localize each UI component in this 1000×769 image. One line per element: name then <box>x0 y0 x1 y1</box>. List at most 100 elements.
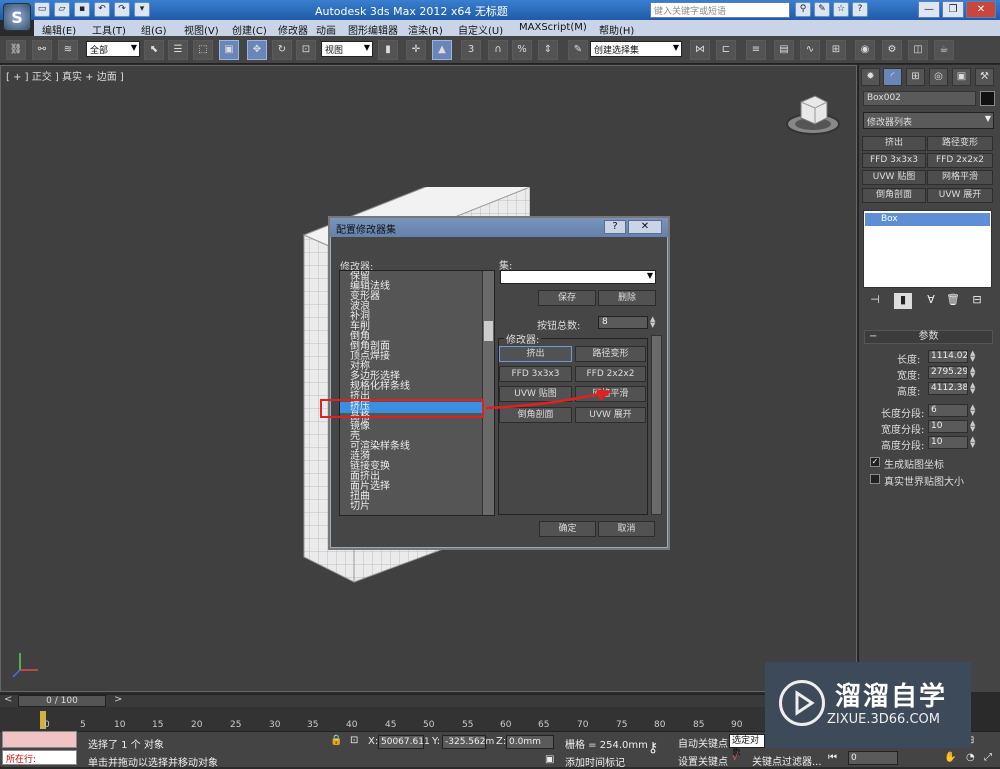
x-coord-field[interactable]: 50067.611 <box>378 735 430 749</box>
star-icon[interactable]: ☆ <box>833 2 849 17</box>
param-height-segs-spinner[interactable]: ▲ ▼ <box>970 436 978 449</box>
motion-tab-icon[interactable]: ◎ <box>929 68 948 86</box>
param-length-segs-field[interactable]: 6 <box>928 404 968 417</box>
object-name-field[interactable]: Box002 <box>863 91 976 106</box>
go-to-start-icon[interactable]: ⏮ <box>828 752 837 763</box>
select-scale-icon[interactable]: ⊡ <box>296 40 316 60</box>
menu-graph-editors[interactable]: 图形编辑器 <box>348 22 398 37</box>
keyboard-shortcut-override-icon[interactable]: ▲ <box>432 40 452 60</box>
create-tab-icon[interactable]: ✹ <box>861 68 880 86</box>
real-world-map-checkbox[interactable] <box>870 474 880 484</box>
stack-item-box[interactable]: Box <box>865 213 990 226</box>
save-set-button[interactable]: 保存 <box>538 290 596 306</box>
orbit-icon[interactable]: ◔ <box>966 752 975 763</box>
render-setup-icon[interactable]: ⚙ <box>882 40 902 60</box>
param-height-field[interactable]: 4112.38m <box>928 382 968 395</box>
snaps-toggle-icon[interactable]: 3 <box>461 40 481 60</box>
lock-selection-icon[interactable]: 🔒 <box>330 735 342 746</box>
param-width-field[interactable]: 2795.296 <box>928 366 968 379</box>
minimize-button[interactable]: — <box>918 1 940 18</box>
quick-mod-ffd222-button[interactable]: FFD 2x2x2 <box>927 153 993 168</box>
reference-coord-dropdown[interactable]: 视图 <box>321 41 373 57</box>
list-item[interactable]: 切片 <box>350 502 370 512</box>
set-buttons-scrollbar[interactable] <box>651 335 662 515</box>
open-file-icon[interactable]: ▱ <box>54 2 70 17</box>
param-width-spinner[interactable]: ▲ ▼ <box>970 366 978 379</box>
menu-rendering[interactable]: 渲染(R) <box>408 22 443 37</box>
curve-editor-icon[interactable]: ∿ <box>800 40 820 60</box>
rect-selection-icon[interactable]: ⬚ <box>193 40 213 60</box>
percent-snap-icon[interactable]: % <box>512 40 532 60</box>
schematic-view-icon[interactable]: ⊞ <box>826 40 846 60</box>
object-color-swatch[interactable] <box>980 91 995 106</box>
track-bar[interactable]: 0 5 10 15 20 25 30 35 40 45 50 55 60 65 … <box>0 707 857 731</box>
quick-mod-ffd333-button[interactable]: FFD 3x3x3 <box>862 153 926 168</box>
layer-manager-icon[interactable]: ≡ <box>746 40 766 60</box>
undo-icon[interactable]: ↶ <box>94 2 110 17</box>
menu-help[interactable]: 帮助(H) <box>599 22 634 37</box>
y-coord-field[interactable]: -325.562m <box>442 735 494 749</box>
param-width-segs-spinner[interactable]: ▲ ▼ <box>970 420 978 433</box>
modifier-stack[interactable]: Box <box>863 210 992 288</box>
maximize-button[interactable]: ❐ <box>942 1 964 18</box>
total-buttons-spinner[interactable]: ▲ ▼ <box>650 316 658 329</box>
ok-button[interactable]: 确定 <box>539 521 596 537</box>
menu-modifiers[interactable]: 修改器 <box>278 22 308 37</box>
configure-modifier-sets-icon[interactable]: ⊟ <box>968 293 986 309</box>
dialog-help-button[interactable]: ? <box>604 220 626 234</box>
align-icon[interactable]: ⊏ <box>716 40 736 60</box>
bind-space-warp-icon[interactable]: ≋ <box>58 40 78 60</box>
app-logo[interactable]: S <box>3 3 31 31</box>
quick-mod-meshsmooth-button[interactable]: 网格平滑 <box>927 170 993 185</box>
gen-mapping-checkbox[interactable]: ✓ <box>870 457 880 467</box>
modifier-list-dropdown[interactable]: 修改器列表 <box>863 112 994 129</box>
save-file-icon[interactable]: ▪ <box>74 2 90 17</box>
rendered-frame-icon[interactable]: ◫ <box>908 40 928 60</box>
next-frame-icon[interactable]: > <box>114 694 122 705</box>
quick-mod-bevelprofile-button[interactable]: 倒角剖面 <box>862 188 926 203</box>
menu-animation[interactable]: 动画 <box>316 22 336 37</box>
window-crossing-icon[interactable]: ▣ <box>219 40 239 60</box>
viewcube-icon[interactable] <box>785 92 841 136</box>
select-object-icon[interactable]: ⬉ <box>144 40 164 60</box>
quick-mod-extrude-button[interactable]: 挤出 <box>862 136 926 151</box>
make-unique-icon[interactable]: ∀ <box>922 293 940 309</box>
time-slider-thumb[interactable]: 0 / 100 <box>18 695 106 707</box>
show-end-result-icon[interactable]: ▮ <box>894 293 912 309</box>
menu-edit[interactable]: 编辑(E) <box>42 22 76 37</box>
key-filters-button[interactable]: 关键点过滤器... <box>752 753 822 768</box>
dialog-close-button[interactable]: ✕ <box>628 220 662 234</box>
select-rotate-icon[interactable]: ↻ <box>272 40 292 60</box>
sets-dropdown[interactable] <box>500 270 656 284</box>
redo-icon[interactable]: ↷ <box>114 2 130 17</box>
unlink-icon[interactable]: ⚯ <box>32 40 52 60</box>
param-height-spinner[interactable]: ▲ ▼ <box>970 382 978 395</box>
display-tab-icon[interactable]: ▣ <box>952 68 971 86</box>
set-key-icon[interactable]: √ <box>732 752 738 763</box>
scroll-thumb[interactable] <box>484 321 493 341</box>
delete-set-button[interactable]: 删除 <box>598 290 656 306</box>
named-selection-dropdown[interactable]: 创建选择集 <box>590 41 682 57</box>
maximize-viewport-icon[interactable]: ⤢ <box>984 752 992 763</box>
parameters-rollout-header[interactable]: − 参数 <box>864 330 993 344</box>
total-buttons-field[interactable]: 8 <box>598 316 648 329</box>
set-button-extrude[interactable]: 挤出 <box>499 346 572 362</box>
menu-views[interactable]: 视图(V) <box>184 22 219 37</box>
pan-icon[interactable]: ✋ <box>944 752 956 763</box>
menu-maxscript[interactable]: MAXScript(M) <box>519 22 587 33</box>
new-file-icon[interactable]: ▭ <box>34 2 50 17</box>
set-button-pathdeform[interactable]: 路径变形 <box>575 346 646 362</box>
param-length-spinner[interactable]: ▲ ▼ <box>970 350 978 363</box>
set-button-ffd222[interactable]: FFD 2x2x2 <box>575 366 646 382</box>
close-button[interactable]: ✕ <box>966 1 996 18</box>
prev-frame-icon[interactable]: < <box>4 694 12 705</box>
pivot-center-icon[interactable]: ▮ <box>378 40 398 60</box>
pin-stack-icon[interactable]: ⊣ <box>866 293 884 309</box>
angle-snap-icon[interactable]: ∩ <box>488 40 508 60</box>
time-slider[interactable]: < 0 / 100 > <box>0 694 857 707</box>
param-height-segs-field[interactable]: 10 <box>928 436 968 449</box>
edit-named-selection-icon[interactable]: ✎ <box>568 40 588 60</box>
modify-tab-icon[interactable]: ◜ <box>883 68 902 86</box>
modifiers-listbox[interactable]: 保留 编辑法线 变形器 波浪 补洞 车削 倒角 倒角剖面 顶点焊接 对称 多边形… <box>339 270 495 516</box>
menu-customize[interactable]: 自定义(U) <box>458 22 503 37</box>
